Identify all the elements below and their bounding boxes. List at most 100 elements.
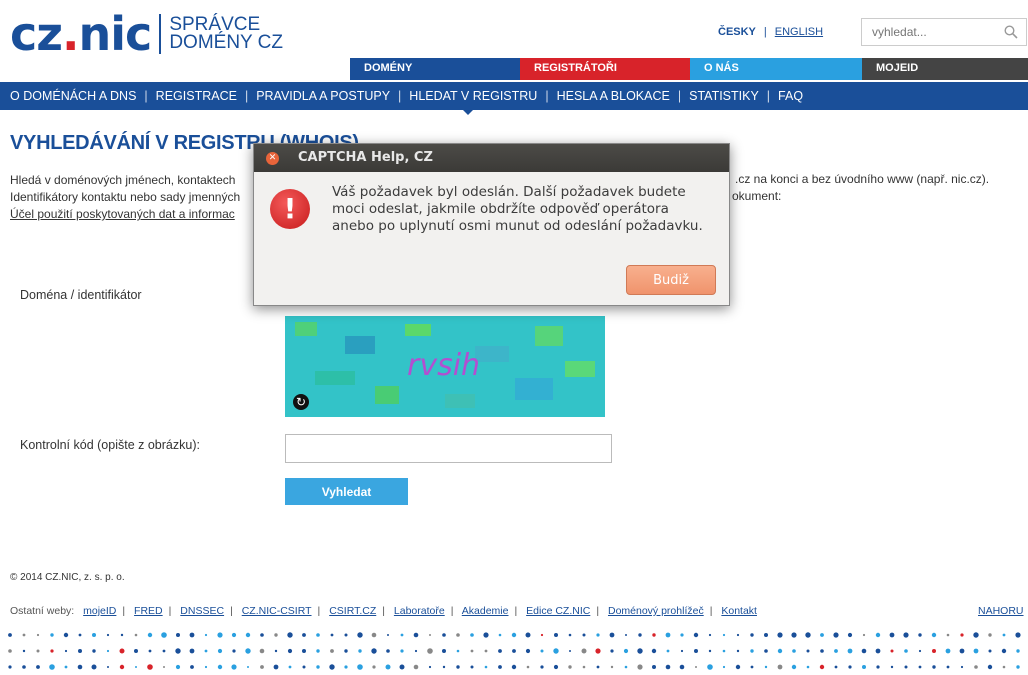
footer-link-laboratore[interactable]: Laboratoře xyxy=(394,605,445,617)
topnav-mojeid[interactable]: MOJEID xyxy=(862,58,1028,80)
decor-dot xyxy=(316,633,320,637)
decor-dot xyxy=(470,649,474,653)
footer-link-fred[interactable]: FRED xyxy=(134,605,163,617)
decor-dot xyxy=(875,648,881,654)
close-icon[interactable]: ✕ xyxy=(266,152,279,165)
decor-dot xyxy=(847,632,853,638)
decor-dot xyxy=(429,634,431,636)
decor-dot xyxy=(316,649,320,653)
decor-dot xyxy=(693,632,699,638)
decor-dot xyxy=(582,665,586,669)
footer-link-prohlizec[interactable]: Doménový prohlížeč xyxy=(608,605,704,617)
decor-dot xyxy=(988,633,992,637)
footer-link-akademie[interactable]: Akademie xyxy=(462,605,509,617)
footer-link-kontakt[interactable]: Kontakt xyxy=(721,605,757,617)
decor-dot xyxy=(694,649,698,653)
decor-dot xyxy=(371,632,377,638)
decor-dot xyxy=(553,648,559,654)
decor-dot xyxy=(833,632,839,638)
decor-dot xyxy=(36,649,40,653)
decor-dot xyxy=(147,664,153,670)
decor-dot xyxy=(50,633,54,637)
decor-dot xyxy=(511,632,517,638)
decor-dot xyxy=(344,665,348,669)
dialog-titlebar: ✕ CAPTCHA Help, CZ xyxy=(254,144,729,172)
captcha-code-input[interactable] xyxy=(285,434,612,463)
domain-label: Doména / identifikátor xyxy=(20,288,142,302)
decor-dot xyxy=(64,665,68,669)
decor-dot xyxy=(764,649,768,653)
other-sites-label: Ostatní weby: xyxy=(10,605,75,617)
decor-dot xyxy=(820,649,824,653)
subnav-item-hesla[interactable]: HESLA A BLOKACE xyxy=(557,89,670,103)
ok-button[interactable]: Budiž xyxy=(626,265,716,295)
lang-czech[interactable]: ČESKY xyxy=(718,26,756,38)
decor-dot xyxy=(204,649,208,653)
subnav-item-statistiky[interactable]: STATISTIKY xyxy=(689,89,759,103)
topnav-o-nas[interactable]: O NÁS xyxy=(690,58,862,80)
decor-dot xyxy=(147,632,153,638)
decor-dot xyxy=(330,633,334,637)
logo[interactable]: cz.nic SPRÁVCE DOMÉNY CZ xyxy=(10,11,283,57)
footer-links: Ostatní weby: mojeID | FRED | DNSSEC | CZ.N… xyxy=(10,605,757,617)
back-to-top-link[interactable]: NAHORU xyxy=(978,605,1024,617)
subnav-item-faq[interactable]: FAQ xyxy=(778,89,803,103)
decor-dot xyxy=(498,649,502,653)
topnav-registratori[interactable]: REGISTRÁTOŘI xyxy=(520,58,690,80)
decor-dot xyxy=(245,648,251,654)
decor-dot xyxy=(1015,632,1021,638)
footer-link-csirt-nic[interactable]: CZ.NIC-CSIRT xyxy=(242,605,312,617)
decor-dot xyxy=(946,633,950,637)
decor-dot xyxy=(106,633,110,637)
decor-dot xyxy=(1016,649,1020,653)
decor-dot xyxy=(708,633,712,637)
decor-dot xyxy=(329,664,335,670)
footer-link-csirt-cz[interactable]: CSIRT.CZ xyxy=(329,605,376,617)
decor-dot xyxy=(581,648,587,654)
decor-dot xyxy=(217,648,223,654)
subnav-item-domeny-dns[interactable]: O DOMÉNÁCH A DNS xyxy=(10,89,136,103)
decor-dot xyxy=(946,665,950,669)
subnav-item-registrace[interactable]: REGISTRACE xyxy=(156,89,237,103)
decor-dot xyxy=(260,633,264,637)
decor-dot xyxy=(750,633,754,637)
footer-link-dnssec[interactable]: DNSSEC xyxy=(180,605,224,617)
captcha-image: rvsih ↻ xyxy=(285,316,605,417)
lang-english[interactable]: ENGLISH xyxy=(775,26,823,38)
search-button[interactable]: Vyhledat xyxy=(285,478,408,505)
decor-dot xyxy=(903,632,909,638)
reload-captcha-icon[interactable]: ↻ xyxy=(293,394,309,410)
decor-dot xyxy=(540,649,544,653)
decor-dot xyxy=(344,633,348,637)
decor-dot xyxy=(554,633,558,637)
decor-dot xyxy=(484,649,488,653)
decor-dot xyxy=(427,648,433,654)
decor-dot xyxy=(945,648,951,654)
subnav-item-hledat[interactable]: HLEDAT V REGISTRU xyxy=(409,89,537,103)
decor-dot xyxy=(386,649,390,653)
search-icon[interactable] xyxy=(1004,25,1018,39)
decor-dot xyxy=(596,633,600,637)
decor-dot xyxy=(330,649,334,653)
decor-dot xyxy=(679,664,685,670)
search-input[interactable] xyxy=(862,19,992,45)
topnav-domeny[interactable]: DOMÉNY xyxy=(350,58,520,80)
decor-dot xyxy=(175,648,181,654)
decor-dot xyxy=(707,664,713,670)
decor-dot xyxy=(582,633,586,637)
decor-dot xyxy=(78,633,82,637)
decor-dot xyxy=(8,633,12,637)
decor-dot xyxy=(470,665,474,669)
footer-link-mojeid[interactable]: mojeID xyxy=(83,605,116,617)
intro-right-1: .cz na konci a bez úvodního www (např. n… xyxy=(735,172,990,186)
decor-dot xyxy=(708,649,712,653)
error-icon: ! xyxy=(270,189,310,229)
decor-dot xyxy=(456,665,460,669)
subnav-item-pravidla[interactable]: PRAVIDLA A POSTUPY xyxy=(256,89,390,103)
decor-dot xyxy=(568,633,572,637)
decor-dot xyxy=(231,632,237,638)
footer-link-edice[interactable]: Edice CZ.NIC xyxy=(526,605,590,617)
decor-dot xyxy=(918,665,922,669)
decor-dot xyxy=(889,632,895,638)
decor-dot xyxy=(987,664,993,670)
